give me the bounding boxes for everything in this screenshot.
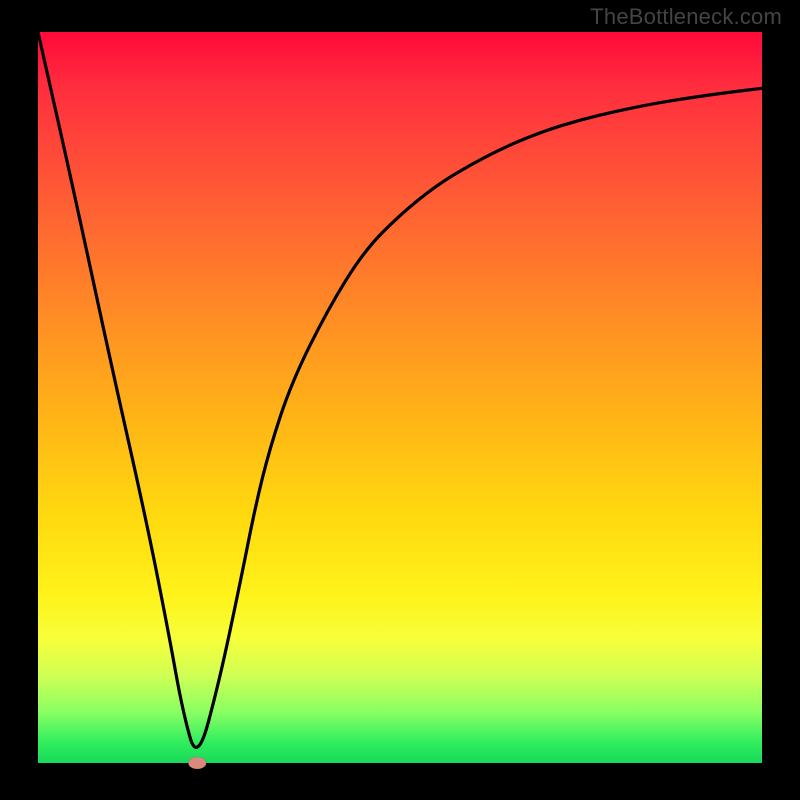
plot-area (38, 32, 762, 763)
bottleneck-curve-svg (38, 32, 762, 763)
bottleneck-curve (38, 32, 762, 747)
chart-frame: TheBottleneck.com (0, 0, 800, 800)
watermark-text: TheBottleneck.com (590, 4, 782, 30)
optimal-point-marker (188, 757, 206, 769)
